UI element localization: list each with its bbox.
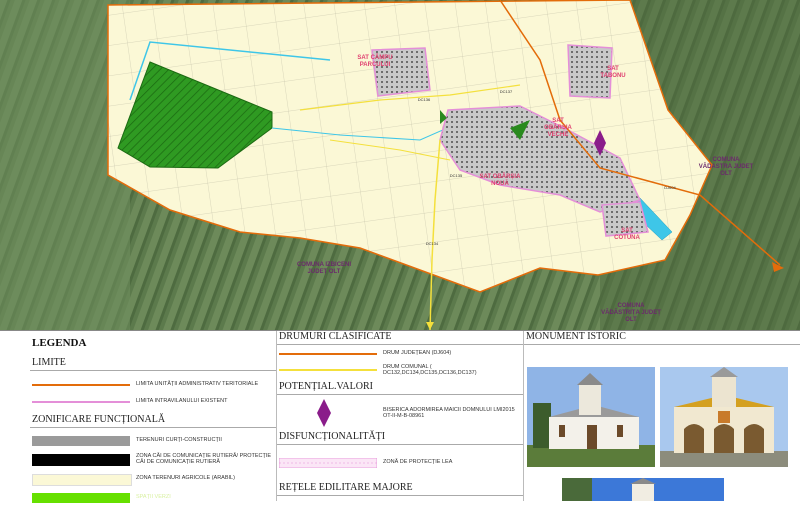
label-sat-tabonu: SAT TABONU	[600, 66, 626, 79]
label-sat-obarsia-veche: SAT OBÂRȘIA VECHE	[544, 118, 572, 138]
legend-item-curti-constructii: TERENURI CURȚI-CONSTRUCȚII	[30, 434, 276, 448]
legend-item-protectie-lea: ZONĂ DE PROTECȚIE LEA	[277, 456, 523, 470]
legend-title: LEGENDA	[32, 337, 87, 349]
purple-diamond-icon	[317, 399, 331, 427]
map-canvas	[0, 0, 800, 330]
legend-item-drum-comunal: DRUM COMUNAL ( DC132,DC134,DC135,DC136,D…	[277, 361, 523, 379]
legend-item-cai-comunicatie: ZONA CĂI DE COMUNICAȚIE RUTIERĂ/ PROTECȚ…	[30, 452, 276, 468]
legend-item-spatii-verzi: SPAȚII VERZI	[30, 491, 276, 505]
legend-column-limits-zoning: LEGENDA LIMITE LIMITA UNITĂȚII ADMINISTR…	[30, 331, 277, 503]
fill-swatch-black	[32, 454, 130, 466]
line-swatch-orange-road	[279, 353, 377, 355]
fill-swatch-gray	[32, 436, 130, 446]
hatched-swatch-pink	[279, 458, 377, 468]
section-monument-heading: MONUMENT ISTORIC	[524, 331, 800, 345]
legend-column-monument: MONUMENT ISTORIC	[524, 331, 800, 501]
line-swatch-yellow-road	[279, 369, 377, 371]
line-swatch-orange	[32, 384, 130, 386]
church-photo-1	[527, 367, 655, 467]
legend-item-terenuri-agricole: ZONA TERENURI AGRICOLE (ARABIL)	[30, 472, 276, 486]
legend-item-limita-uat: LIMITA UNITĂȚII ADMINISTRATIV TERITORIAL…	[30, 378, 276, 392]
label-road-dc135: DC135	[449, 173, 463, 178]
legend-column-roads-values: DRUMURI CLASIFICATE DRUM JUDEȚEAN (DJ604…	[277, 331, 524, 501]
section-retele-heading: REȚELE EDILITARE MAJORE	[277, 482, 523, 496]
label-road-dc136: DC136	[417, 97, 431, 102]
section-limite-heading: LIMITE	[30, 357, 276, 371]
legend-item-drum-judetean: DRUM JUDEȚEAN (DJ604)	[277, 347, 523, 361]
section-zonificare-heading: ZONIFICARE FUNCȚIONALĂ	[30, 414, 276, 428]
label-sat-cotuna: SAT COTUNA	[614, 228, 640, 241]
fill-swatch-green	[32, 493, 130, 503]
legend-item-limita-intravilan: LIMITA INTRAVILANULUI EXISTENT	[30, 395, 276, 409]
label-comuna-izbiceni: COMUNA IZBICENI JUDEȚ OLT	[296, 262, 352, 275]
label-road-dc137: DC137	[499, 89, 513, 94]
label-comuna-vadastra: COMUNA VĂDASTRA JUDEȚ OLT	[698, 157, 754, 177]
legend-panel: LEGENDA LIMITE LIMITA UNITĂȚII ADMINISTR…	[0, 330, 800, 503]
church-photo-2	[660, 367, 788, 467]
legend-item-biserica: BISERICA ADORMIREA MAICII DOMNULUI LMI20…	[277, 399, 523, 429]
label-road-dj604: DJ604	[664, 185, 676, 190]
section-disfunctionalitati-heading: DISFUNCȚIONALITĂȚI	[277, 431, 523, 445]
line-swatch-pink	[32, 401, 130, 403]
church-photo-3	[562, 478, 724, 501]
map-area[interactable]: SAT CÂMPU PARCULUI SAT TABONU SAT OBÂRȘI…	[0, 0, 800, 330]
label-road-dc134: DC134	[425, 241, 439, 246]
section-drumuri-heading: DRUMURI CLASIFICATE	[277, 331, 523, 345]
label-comuna-vadastrita: COMUNA VĂDĂSTRIȚA JUDEȚ OLT	[601, 303, 661, 323]
section-potential-heading: POTENȚIAL.VALORI	[277, 381, 523, 395]
label-sat-campu-parcului: SAT CÂMPU PARCULUI	[357, 55, 393, 68]
label-sat-obarsia-noua: SAT OBÂRȘIA NOUĂ	[479, 174, 521, 187]
fill-swatch-cream	[32, 474, 132, 486]
